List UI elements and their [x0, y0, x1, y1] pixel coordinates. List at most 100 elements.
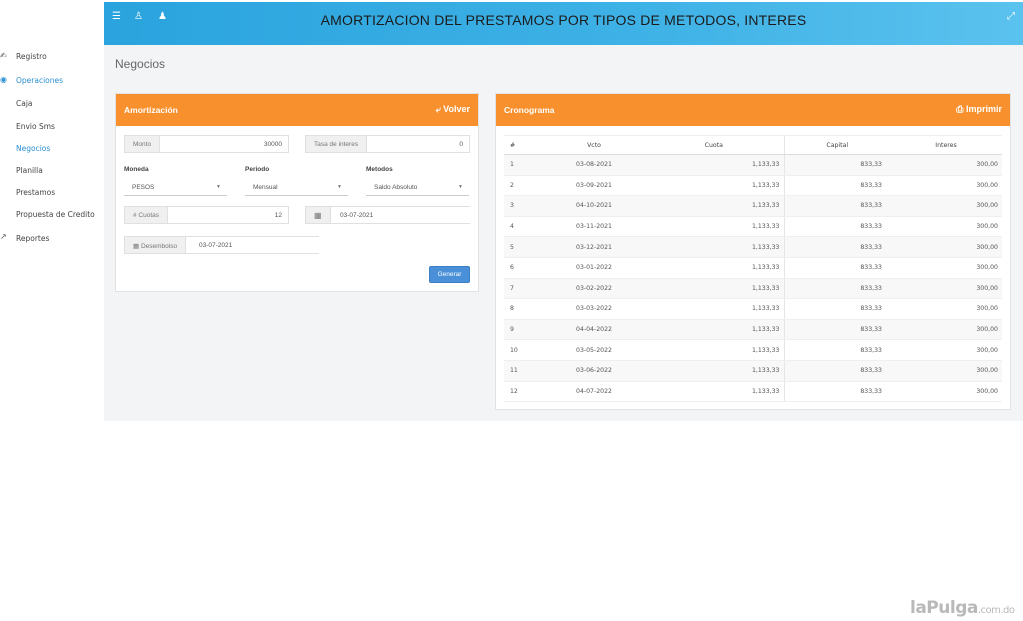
- cell-vcto: 04-04-2022: [544, 319, 644, 341]
- cuotas-value: 12: [274, 212, 282, 219]
- chevron-down-icon: ▼: [216, 184, 221, 190]
- fecha-field[interactable]: ▦ 03-07-2021: [305, 206, 470, 224]
- cell-capital: 833,33: [784, 381, 890, 403]
- cell-vcto: 03-03-2022: [544, 298, 644, 320]
- metodos-label: Metodos: [366, 166, 393, 173]
- sidebar-item-envio-sms[interactable]: Envio Sms: [16, 122, 55, 131]
- register-icon: ✍: [0, 51, 7, 60]
- col-header-interes[interactable]: Interes: [890, 135, 1002, 155]
- print-button[interactable]: ⎙ Imprimir: [956, 104, 1002, 115]
- cell-cuota: 1,133,33: [644, 175, 785, 197]
- table-row: 4 03-11-2021 1,133,33 833,33 300,00: [504, 216, 1002, 238]
- generate-button[interactable]: Generar: [429, 266, 470, 283]
- sidebar-item-caja[interactable]: Caja: [16, 99, 33, 108]
- cell-cuota: 1,133,33: [644, 339, 785, 361]
- cell-interes: 300,00: [890, 360, 1002, 382]
- cell-vcto: 03-06-2022: [544, 360, 644, 382]
- watermark-brand: laPulga: [910, 598, 978, 618]
- back-button[interactable]: ⤶ Volver: [436, 104, 470, 115]
- cuotas-field[interactable]: # Cuotas 12: [124, 206, 289, 224]
- expand-icon[interactable]: ⤢: [1007, 11, 1015, 22]
- table-row: 10 03-05-2022 1,133,33 833,33 300,00: [504, 339, 1002, 361]
- col-header-capital[interactable]: Capital: [784, 135, 890, 155]
- schedule-table: # Vcto Cuota Capital Interes 1 03-08-2021…: [504, 135, 1002, 403]
- fecha-value: 03-07-2021: [340, 212, 374, 219]
- cell-number: 2: [504, 175, 544, 197]
- page-title: Negocios: [115, 57, 166, 71]
- sidebar-item-propuesta-credito[interactable]: Propuesta de Credito: [16, 210, 95, 219]
- tasa-label: Tasa de interes: [306, 136, 368, 152]
- chevron-down-icon: ▼: [337, 184, 342, 190]
- periodo-select[interactable]: Mensual ▼: [245, 180, 348, 196]
- cell-interes: 300,00: [890, 257, 1002, 279]
- sidebar-item-registro[interactable]: Registro: [16, 52, 47, 61]
- cell-cuota: 1,133,33: [644, 216, 785, 238]
- desembolso-value: 03-07-2021: [199, 242, 233, 249]
- amortizacion-card-header: Amortización ⤶ Volver: [116, 94, 478, 126]
- cell-vcto: 03-08-2021: [544, 154, 644, 176]
- cell-cuota: 1,133,33: [644, 298, 785, 320]
- cell-cuota: 1,133,33: [644, 195, 785, 217]
- sidebar-item-negocios[interactable]: Negocios: [16, 144, 50, 153]
- table-row: 12 04-07-2022 1,133,33 833,33 300,00: [504, 381, 1002, 403]
- sidebar: ✍ Registro ◉ Operaciones Caja Envio Sms …: [0, 45, 104, 255]
- sidebar-item-planilla[interactable]: Planilla: [16, 166, 43, 175]
- cell-cuota: 1,133,33: [644, 154, 785, 176]
- col-header-cuota[interactable]: Cuota: [644, 135, 785, 155]
- watermark-domain: .com.do: [977, 605, 1015, 616]
- table-row: 1 03-08-2021 1,133,33 833,33 300,00: [504, 154, 1002, 176]
- cell-interes: 300,00: [890, 298, 1002, 320]
- top-header: ☰ ♙ ♟ AMORTIZACION DEL PRESTAMOS POR TIP…: [104, 2, 1023, 45]
- cell-capital: 833,33: [784, 339, 890, 361]
- metodos-select[interactable]: Saldo Absoluto ▼: [366, 180, 469, 196]
- table-header-row: # Vcto Cuota Capital Interes: [504, 135, 1002, 155]
- desembolso-label-text: Desembolso: [140, 243, 178, 250]
- cell-vcto: 04-10-2021: [544, 195, 644, 217]
- cell-number: 3: [504, 195, 544, 217]
- printer-icon: ⎙: [956, 104, 966, 114]
- col-header-number[interactable]: #: [504, 135, 544, 155]
- chart-icon: ↗: [0, 232, 7, 241]
- cell-number: 5: [504, 236, 544, 258]
- cell-capital: 833,33: [784, 216, 890, 238]
- cell-interes: 300,00: [890, 154, 1002, 176]
- monto-field[interactable]: Monto 30000: [124, 135, 289, 153]
- table-row: 7 03-02-2022 1,133,33 833,33 300,00: [504, 278, 1002, 300]
- cuotas-label: # Cuotas: [125, 207, 169, 223]
- calendar-icon: ▦: [133, 243, 141, 250]
- cell-number: 12: [504, 381, 544, 403]
- periodo-value: Mensual: [253, 184, 278, 191]
- page-header-title: AMORTIZACION DEL PRESTAMOS POR TIPOS DE …: [320, 12, 807, 28]
- sidebar-item-operaciones[interactable]: Operaciones: [16, 76, 63, 85]
- moneda-select[interactable]: PESOS ▼: [124, 180, 227, 196]
- cell-vcto: 03-12-2021: [544, 236, 644, 258]
- cell-number: 7: [504, 278, 544, 300]
- desembolso-label: ▦ Desembolso: [125, 237, 187, 253]
- sidebar-item-reportes[interactable]: Reportes: [16, 234, 49, 243]
- cell-vcto: 03-02-2022: [544, 278, 644, 300]
- cell-capital: 833,33: [784, 175, 890, 197]
- moneda-label: Moneda: [124, 166, 149, 173]
- desembolso-field[interactable]: ▦ Desembolso 03-07-2021: [124, 236, 319, 254]
- amortizacion-title: Amortización: [124, 105, 178, 115]
- tasa-field[interactable]: Tasa de interes 0: [305, 135, 470, 153]
- cell-interes: 300,00: [890, 216, 1002, 238]
- cell-number: 6: [504, 257, 544, 279]
- table-row: 11 03-06-2022 1,133,33 833,33 300,00: [504, 360, 1002, 382]
- cell-interes: 300,00: [890, 236, 1002, 258]
- sidebar-item-prestamos[interactable]: Prestamos: [16, 188, 55, 197]
- cell-capital: 833,33: [784, 195, 890, 217]
- cell-interes: 300,00: [890, 278, 1002, 300]
- print-label: Imprimir: [965, 104, 1002, 114]
- table-row: 8 03-03-2022 1,133,33 833,33 300,00: [504, 298, 1002, 320]
- tasa-value: 0: [459, 141, 463, 148]
- cell-capital: 833,33: [784, 278, 890, 300]
- table-row: 6 03-01-2022 1,133,33 833,33 300,00: [504, 257, 1002, 279]
- cell-cuota: 1,133,33: [644, 257, 785, 279]
- cell-capital: 833,33: [784, 257, 890, 279]
- moneda-value: PESOS: [132, 184, 155, 191]
- monto-label: Monto: [125, 136, 161, 152]
- cell-vcto: 03-09-2021: [544, 175, 644, 197]
- table-row: 3 04-10-2021 1,133,33 833,33 300,00: [504, 195, 1002, 217]
- col-header-vcto[interactable]: Vcto: [544, 135, 644, 155]
